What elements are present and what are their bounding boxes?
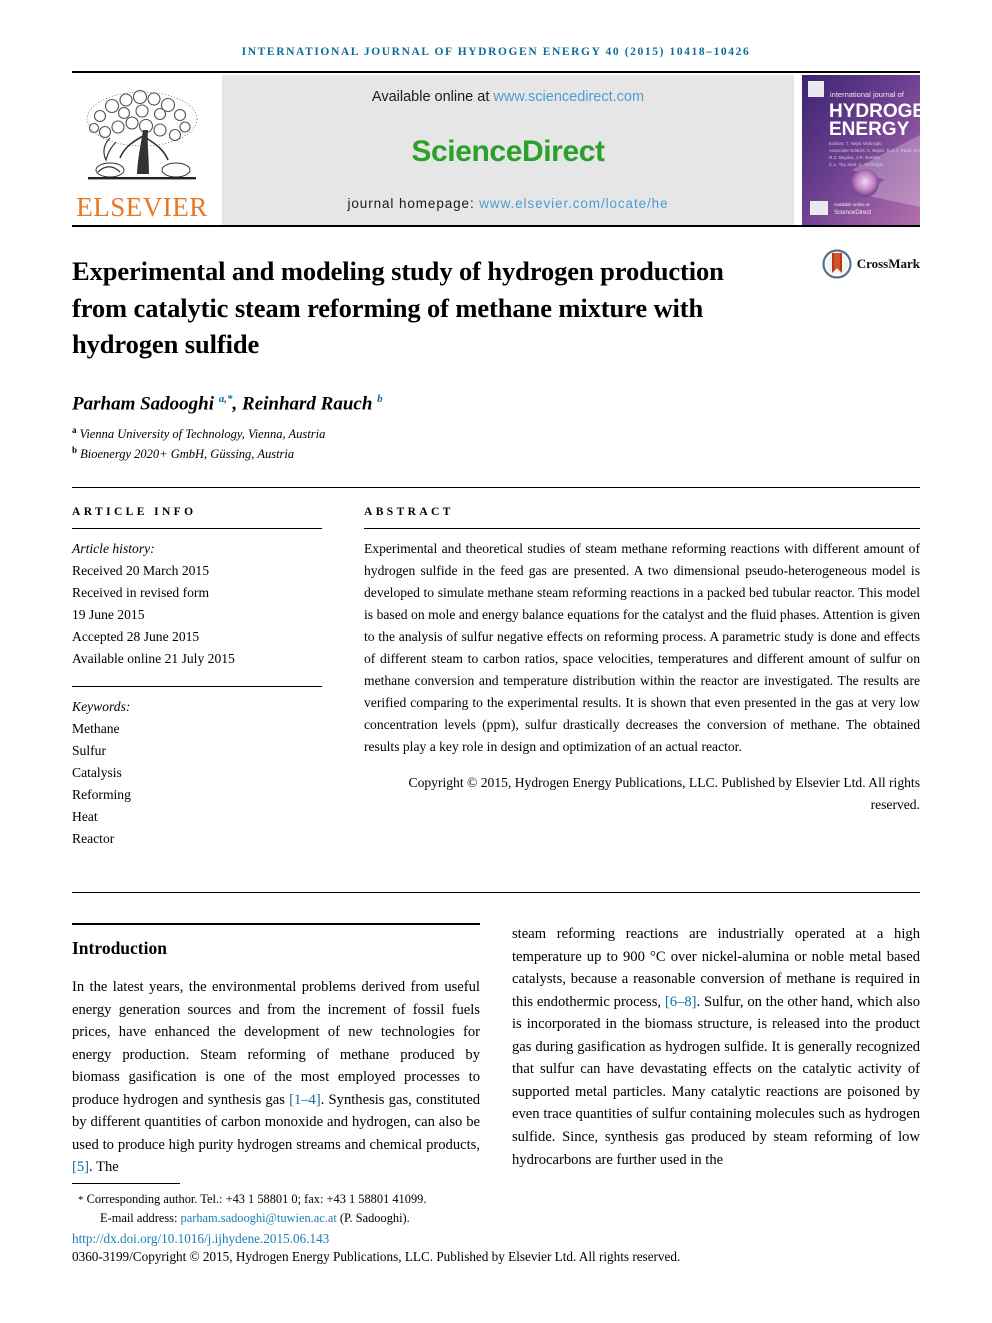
- title-area: Experimental and modeling study of hydro…: [72, 227, 920, 464]
- crossmark-badge[interactable]: CrossMark: [822, 249, 920, 279]
- email-line: E-mail address: parham.sadooghi@tuwien.a…: [86, 1209, 920, 1227]
- svg-text:ENERGY: ENERGY: [829, 119, 910, 140]
- elsevier-logo[interactable]: ELSEVIER: [72, 75, 212, 225]
- keyword-item: Methane: [72, 720, 120, 736]
- sciencedirect-url-link[interactable]: www.sciencedirect.com: [493, 89, 644, 105]
- svg-text:ScienceDirect: ScienceDirect: [834, 210, 871, 216]
- rule-under-article-info-heading: [72, 527, 322, 529]
- page-footer: * Corresponding author. Tel.: +43 1 5880…: [72, 1183, 920, 1265]
- body-columns: Introduction In the latest years, the en…: [72, 923, 920, 1179]
- rule-above-keywords: [72, 685, 322, 687]
- email-link[interactable]: parham.sadooghi@tuwien.ac.at: [181, 1211, 337, 1225]
- keywords-list: Keywords: Methane Sulfur Catalysis Refor…: [72, 696, 322, 850]
- body-column-left: Introduction In the latest years, the en…: [72, 923, 480, 1179]
- intro-left-text-1: In the latest years, the environmental p…: [72, 979, 480, 1108]
- keyword-item: Catalysis: [72, 764, 122, 780]
- email-label: E-mail address:: [100, 1210, 181, 1225]
- running-head: INTERNATIONAL JOURNAL OF HYDROGEN ENERGY…: [241, 46, 751, 58]
- svg-text:international journal of: international journal of: [830, 90, 905, 99]
- sciencedirect-band: Available online at www.sciencedirect.co…: [222, 75, 794, 225]
- info-abstract-row: ARTICLE INFO Article history: Received 2…: [72, 506, 920, 850]
- rule-under-title: [72, 486, 920, 488]
- introduction-paragraph-right: steam reforming reactions are industrial…: [512, 923, 920, 1171]
- column-gap: [322, 506, 364, 850]
- available-online-prefix: Available online at: [371, 89, 494, 105]
- keyword-item: Reforming: [72, 786, 131, 802]
- svg-text:Available online at: Available online at: [834, 202, 870, 207]
- issn-copyright-line: 0360-3199/Copyright © 2015, Hydrogen Ene…: [72, 1249, 681, 1264]
- article-history-label: Article history:: [72, 540, 155, 556]
- author-list: Parham Sadooghi a,*, Reinhard Rauch b: [72, 392, 383, 415]
- article-info-column: ARTICLE INFO Article history: Received 2…: [72, 506, 322, 850]
- affiliation-a-text: Vienna University of Technology, Vienna,…: [79, 427, 326, 442]
- corresponding-author-note: * Corresponding author. Tel.: +43 1 5880…: [72, 1190, 920, 1227]
- elsevier-wordmark: ELSEVIER: [76, 192, 208, 222]
- footnote-rule: [72, 1183, 180, 1185]
- intro-right-text-2: . Sulfur, on the other hand, which also …: [512, 993, 920, 1168]
- author-affil-marker-b: b: [377, 392, 383, 405]
- journal-homepage-line: journal homepage: www.elsevier.com/locat…: [347, 196, 668, 211]
- journal-homepage-prefix: journal homepage:: [347, 196, 480, 211]
- keyword-item: Sulfur: [72, 742, 106, 758]
- elsevier-tree-icon: [86, 89, 198, 180]
- history-item: Received 20 March 2015: [72, 562, 210, 578]
- abstract-text: Experimental and theoretical studies of …: [364, 540, 920, 754]
- svg-text:R.Z. Baydar, J.R. Bartels: R.Z. Baydar, J.R. Bartels: [829, 155, 880, 160]
- body-column-gap: [480, 923, 512, 1179]
- sciencedirect-logo[interactable]: ScienceDirect: [411, 135, 605, 169]
- asterisk-icon: *: [78, 1194, 84, 1207]
- history-item: Accepted 28 June 2015: [72, 628, 200, 644]
- crossmark-label: CrossMark: [856, 256, 920, 271]
- keyword-item: Heat: [72, 809, 98, 824]
- svg-text:Associate Editors: A. Bejan, D: Associate Editors: A. Bejan, D.A.J. Rand…: [829, 148, 920, 153]
- email-suffix: (P. Sadooghi).: [336, 1210, 410, 1225]
- svg-text:C.L. Tay Zeal, C. Veziroglu: C.L. Tay Zeal, C. Veziroglu: [829, 162, 884, 167]
- affiliation-a: a Vienna University of Technology, Vienn…: [72, 424, 920, 444]
- article-info-heading: ARTICLE INFO: [72, 505, 197, 518]
- rule-above-introduction: [72, 923, 480, 926]
- affil-marker-a: a: [72, 425, 77, 436]
- introduction-paragraph-left: In the latest years, the environmental p…: [72, 976, 480, 1179]
- rule-under-running-head: [72, 71, 920, 73]
- available-online-line: Available online at www.sciencedirect.co…: [372, 89, 644, 105]
- corresponding-author-text: Corresponding author. Tel.: +43 1 58801 …: [86, 1192, 427, 1207]
- rule-under-abstract: [72, 892, 920, 894]
- introduction-heading: Introduction: [72, 938, 167, 959]
- affil-marker-b: b: [72, 444, 78, 455]
- doi-link[interactable]: http://dx.doi.org/10.1016/j.ijhydene.201…: [72, 1231, 920, 1247]
- abstract-column: ABSTRACT Experimental and theoretical st…: [364, 506, 920, 850]
- citation-5[interactable]: [5]: [72, 1159, 89, 1175]
- citation-1-4[interactable]: [1–4]: [289, 1092, 321, 1108]
- affiliations: a Vienna University of Technology, Vienn…: [72, 424, 920, 464]
- article-history: Article history: Received 20 March 2015 …: [72, 538, 322, 670]
- keywords-label: Keywords:: [72, 698, 131, 714]
- body-column-right: steam reforming reactions are industrial…: [512, 923, 920, 1179]
- history-item: Received in revised form: [72, 584, 210, 600]
- citation-6-8[interactable]: [6–8]: [665, 994, 697, 1010]
- history-item: Available online 21 July 2015: [72, 650, 235, 666]
- history-item: 19 June 2015: [72, 606, 145, 622]
- affiliation-b: b Bioenergy 2020+ GmbH, Güssing, Austria: [72, 444, 920, 464]
- journal-cover-thumbnail[interactable]: international journal of HYDROGEN ENERGY…: [802, 75, 920, 225]
- author-affil-marker-a: a,*: [218, 392, 233, 405]
- svg-text:Editors: T. Nejat Veziroglu: Editors: T. Nejat Veziroglu: [829, 141, 882, 146]
- keyword-item: Reactor: [72, 831, 115, 847]
- intro-left-text-3: . The: [89, 1159, 119, 1176]
- journal-homepage-link[interactable]: www.elsevier.com/locate/he: [479, 196, 668, 211]
- abstract-heading: ABSTRACT: [364, 505, 454, 518]
- article-page: INTERNATIONAL JOURNAL OF HYDROGEN ENERGY…: [0, 0, 992, 1323]
- masthead: ELSEVIER Available online at www.science…: [72, 75, 920, 225]
- journal-cover-artwork: international journal of HYDROGEN ENERGY…: [802, 75, 920, 225]
- rule-under-abstract-heading: [364, 527, 920, 529]
- affiliation-b-text: Bioenergy 2020+ GmbH, Güssing, Austria: [80, 447, 295, 462]
- abstract-copyright: Copyright © 2015, Hydrogen Energy Public…: [408, 774, 921, 812]
- page-title: Experimental and modeling study of hydro…: [72, 256, 724, 360]
- crossmark-icon: [822, 249, 852, 279]
